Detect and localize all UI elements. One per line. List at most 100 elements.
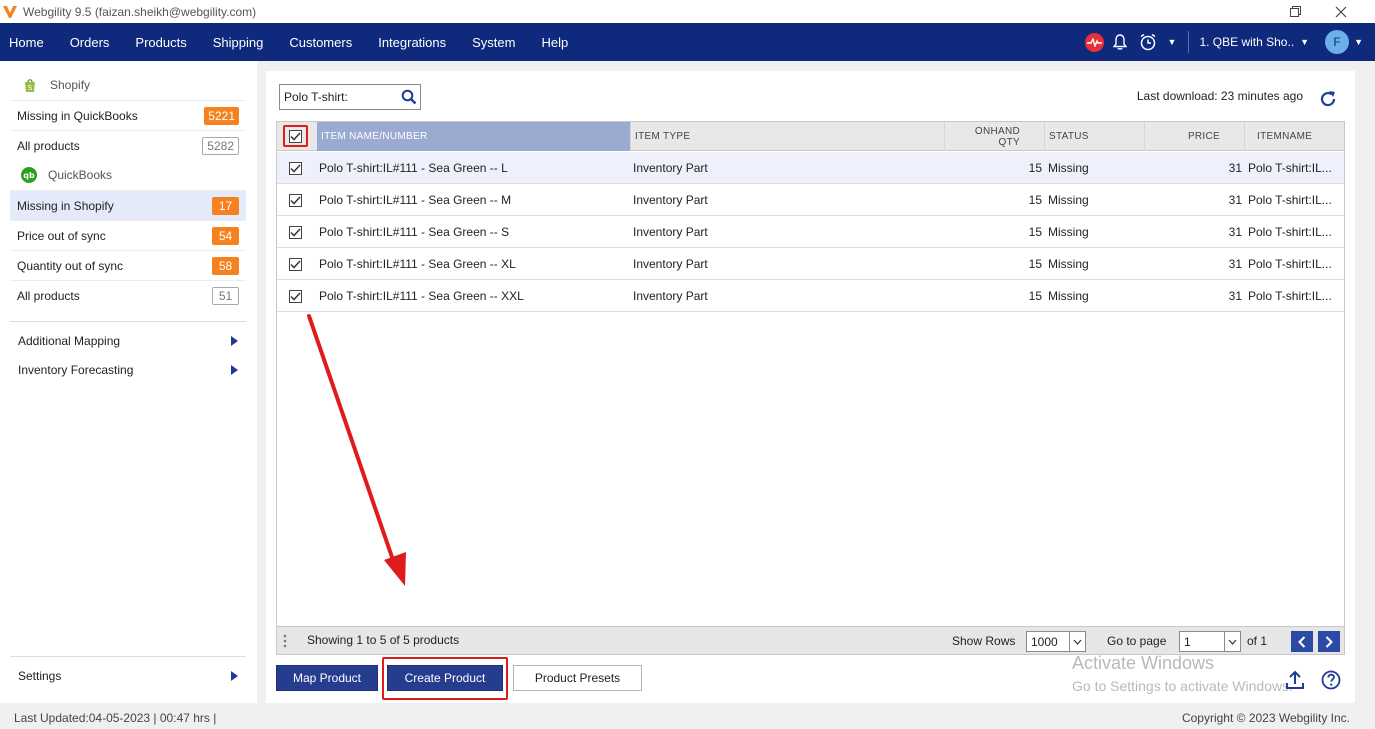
svg-text:qb: qb [23, 171, 35, 180]
column-header-qty-line2: QTY [998, 136, 1020, 148]
nav-system[interactable]: System [472, 35, 515, 50]
table-row[interactable]: Polo T-shirt:IL#111 - Sea Green -- M Inv… [277, 184, 1344, 216]
help-icon[interactable] [1320, 669, 1342, 691]
table-row[interactable]: Polo T-shirt:IL#111 - Sea Green -- XXL I… [277, 280, 1344, 312]
cell-status: Missing [1048, 225, 1089, 239]
cell-item-type: Inventory Part [633, 289, 708, 303]
nav-shipping[interactable]: Shipping [213, 35, 264, 50]
sidebar-item-missing-in-shopify[interactable]: Missing in Shopify 17 [10, 190, 246, 220]
select-all-checkbox[interactable] [289, 129, 302, 143]
cell-item-type: Inventory Part [633, 161, 708, 175]
checkbox-checked-icon [290, 227, 301, 237]
cell-item-name: Polo T-shirt:IL#111 - Sea Green -- M [319, 193, 512, 207]
bell-icon[interactable] [1112, 34, 1127, 50]
cell-qty: 15 [1028, 225, 1042, 239]
column-header-item-type[interactable]: ITEM TYPE [631, 122, 945, 151]
table-row[interactable]: Polo T-shirt:IL#111 - Sea Green -- XL In… [277, 248, 1344, 280]
sidebar-item-label: Missing in Shopify [17, 198, 114, 213]
cell-item-type: Inventory Part [633, 193, 708, 207]
company-selector[interactable]: 1. QBE with Sho.. ▼ [1199, 35, 1309, 49]
search-icon[interactable] [401, 89, 417, 105]
sidebar-item-label: Missing in QuickBooks [17, 108, 138, 123]
cell-qty: 15 [1028, 257, 1042, 271]
shopify-bag-icon: S [25, 79, 35, 92]
cell-itemname: Polo T-shirt:IL... [1248, 225, 1332, 239]
cell-status: Missing [1048, 257, 1089, 271]
cell-qty: 15 [1028, 193, 1042, 207]
sidebar-item-missing-in-quickbooks[interactable]: Missing in QuickBooks 5221 [10, 100, 246, 130]
nav-integrations[interactable]: Integrations [378, 35, 446, 50]
svg-text:S: S [28, 84, 33, 92]
prev-page-button[interactable] [1291, 631, 1313, 652]
watermark-line1: Activate Windows [1072, 653, 1215, 673]
checkbox-checked-icon [290, 291, 301, 301]
grip-icon[interactable] [281, 633, 289, 649]
count-badge: 17 [212, 196, 239, 215]
checkbox-checked-icon [290, 259, 301, 269]
row-checkbox[interactable] [289, 193, 302, 207]
sidebar-item-label: All products [17, 288, 80, 303]
cell-item-type: Inventory Part [633, 225, 708, 239]
nav-help[interactable]: Help [541, 35, 568, 50]
window-title-bar: Webgility 9.5 (faizan.sheikh@webgility.c… [0, 0, 1375, 23]
sidebar-group-quickbooks: qb QuickBooks [0, 160, 246, 190]
avatar[interactable]: F [1325, 30, 1350, 54]
goto-page-select[interactable]: 1 [1179, 631, 1241, 652]
sidebar-link-inventory-forecasting[interactable]: Inventory Forecasting [10, 358, 246, 382]
checkbox-checked-icon [290, 131, 301, 141]
column-header-onhand-qty[interactable]: ONHAND QTY [945, 122, 1045, 151]
cell-item-name: Polo T-shirt:IL#111 - Sea Green -- L [319, 161, 508, 175]
chevron-down-icon [1069, 632, 1085, 651]
sidebar-item-quantity-out-of-sync[interactable]: Quantity out of sync 58 [10, 250, 246, 280]
create-product-button[interactable]: Create Product [387, 665, 503, 691]
products-grid: ITEM NAME/NUMBER ITEM TYPE ONHAND QTY ST… [276, 121, 1345, 655]
column-header-itemname[interactable]: ITEMNAME [1245, 122, 1344, 151]
restore-icon[interactable] [1275, 0, 1315, 23]
row-checkbox[interactable] [289, 225, 302, 239]
nav-orders[interactable]: Orders [70, 35, 110, 50]
alarm-clock-icon[interactable] [1139, 33, 1157, 51]
table-row[interactable]: Polo T-shirt:IL#111 - Sea Green -- L Inv… [277, 152, 1344, 184]
sidebar-item-shopify-all-products[interactable]: All products 5282 [10, 130, 246, 160]
chevron-down-icon[interactable]: ▼ [1168, 37, 1177, 47]
nav-right-tools: ▼ 1. QBE with Sho.. ▼ F ▼ [1084, 23, 1375, 61]
next-page-button[interactable] [1318, 631, 1340, 652]
main-nav: Home Orders Products Shipping Customers … [0, 23, 1375, 61]
row-checkbox[interactable] [289, 289, 302, 303]
nav-products[interactable]: Products [135, 35, 186, 50]
close-icon[interactable] [1321, 0, 1361, 23]
refresh-icon[interactable] [1318, 89, 1338, 109]
count-badge: 51 [212, 286, 239, 305]
checkbox-checked-icon [290, 163, 301, 173]
show-rows-label: Show Rows [952, 634, 1016, 648]
cell-price: 31 [1228, 161, 1242, 175]
sidebar-link-settings[interactable]: Settings [10, 664, 246, 688]
cell-price: 31 [1228, 193, 1242, 207]
row-checkbox[interactable] [289, 257, 302, 271]
column-header-status[interactable]: STATUS [1045, 122, 1145, 151]
sidebar-item-price-out-of-sync[interactable]: Price out of sync 54 [10, 220, 246, 250]
last-updated-text: Last Updated:04-05-2023 | 00:47 hrs | [14, 711, 217, 725]
row-checkbox-cell [289, 248, 302, 280]
row-checkbox[interactable] [289, 161, 302, 175]
upload-icon[interactable] [1284, 669, 1306, 691]
product-presets-button[interactable]: Product Presets [513, 665, 642, 691]
cell-price: 31 [1228, 289, 1242, 303]
sidebar-item-label: All products [17, 138, 80, 153]
column-header-item-name[interactable]: ITEM NAME/NUMBER [317, 122, 631, 151]
count-badge: 58 [212, 256, 239, 275]
nav-home[interactable]: Home [9, 35, 44, 50]
table-row[interactable]: Polo T-shirt:IL#111 - Sea Green -- S Inv… [277, 216, 1344, 248]
search-input[interactable]: Polo T-shirt: [279, 84, 421, 110]
count-badge: 54 [212, 226, 239, 245]
column-header-price[interactable]: PRICE [1145, 122, 1245, 151]
cell-item-name: Polo T-shirt:IL#111 - Sea Green -- XXL [319, 289, 524, 303]
pulse-icon[interactable] [1084, 32, 1104, 52]
webgility-logo-icon [3, 5, 17, 18]
show-rows-select[interactable]: 1000 [1026, 631, 1086, 652]
sidebar-item-quickbooks-all-products[interactable]: All products 51 [10, 280, 246, 310]
nav-customers[interactable]: Customers [289, 35, 352, 50]
chevron-down-icon[interactable]: ▼ [1354, 37, 1363, 47]
sidebar-link-additional-mapping[interactable]: Additional Mapping [10, 329, 246, 353]
map-product-button[interactable]: Map Product [276, 665, 378, 691]
